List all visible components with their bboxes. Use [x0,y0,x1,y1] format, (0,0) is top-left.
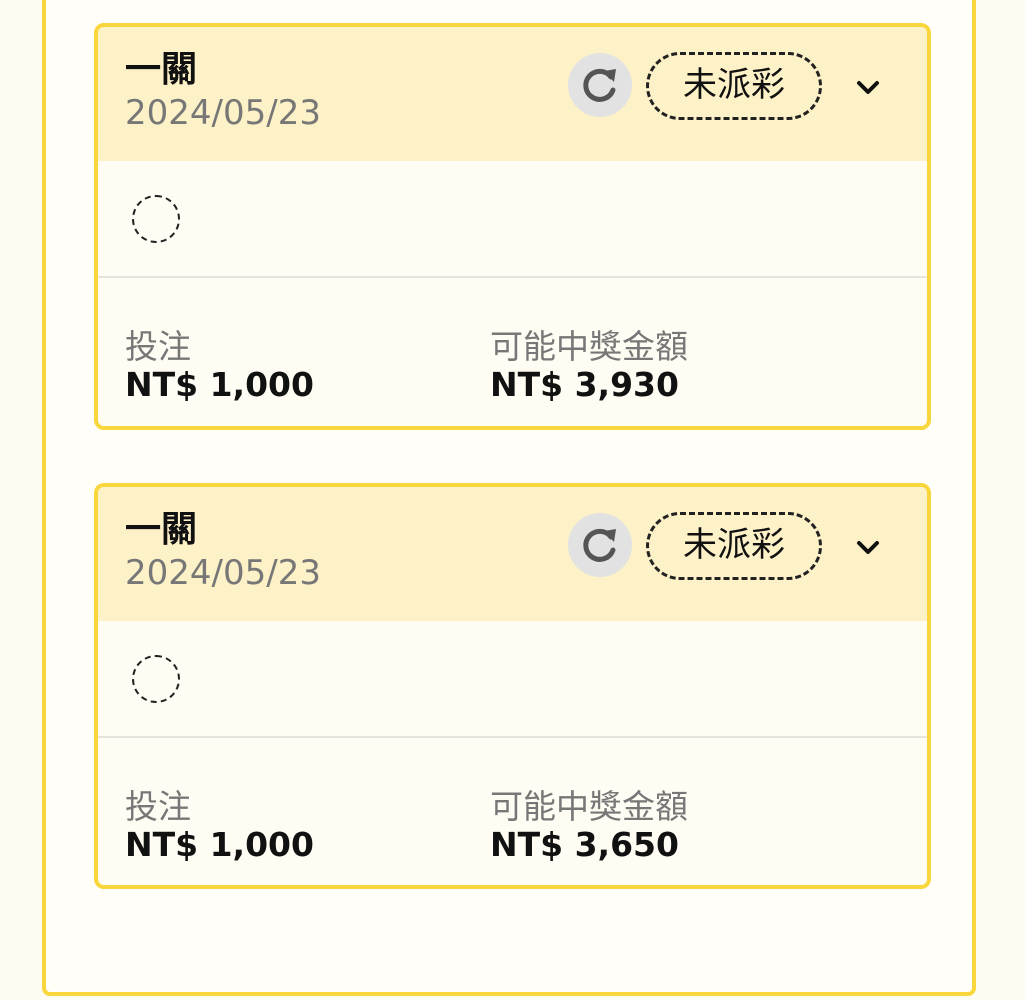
potential-payout-label: 可能中獎金額 [490,327,688,366]
bet-type: 一關 [125,49,198,90]
selection-row [98,621,927,738]
pending-circle-icon [132,195,180,243]
bet-card-header[interactable]: 一關 2024/05/23 未派彩 [98,27,927,161]
status-badge: 未派彩 [646,512,822,580]
expand-button[interactable] [848,527,888,567]
bet-type: 一關 [125,509,198,550]
bet-date: 2024/05/23 [125,553,321,593]
pending-circle-icon [132,655,180,703]
stake-label: 投注 [125,787,191,826]
stake-value: NT$ 1,000 [125,825,314,864]
stake-label: 投注 [125,327,191,366]
chevron-down-icon [857,81,879,94]
potential-payout-value: NT$ 3,650 [490,825,679,864]
expand-button[interactable] [848,67,888,107]
selection-row [98,161,927,278]
bet-card[interactable]: 一關 2024/05/23 未派彩 投注 NT$ 1,000 可能中獎金額 NT… [94,23,931,430]
chevron-down-icon [857,541,879,554]
potential-payout-value: NT$ 3,930 [490,365,679,404]
refresh-button[interactable] [568,53,632,117]
potential-payout-label: 可能中獎金額 [490,787,688,826]
bet-card[interactable]: 一關 2024/05/23 未派彩 投注 NT$ 1,000 可能中獎金額 NT… [94,483,931,889]
refresh-icon [583,528,616,562]
stake-value: NT$ 1,000 [125,365,314,404]
refresh-icon [583,68,616,102]
status-badge: 未派彩 [646,52,822,120]
refresh-button[interactable] [568,513,632,577]
bet-card-header[interactable]: 一關 2024/05/23 未派彩 [98,487,927,621]
bet-date: 2024/05/23 [125,93,321,133]
